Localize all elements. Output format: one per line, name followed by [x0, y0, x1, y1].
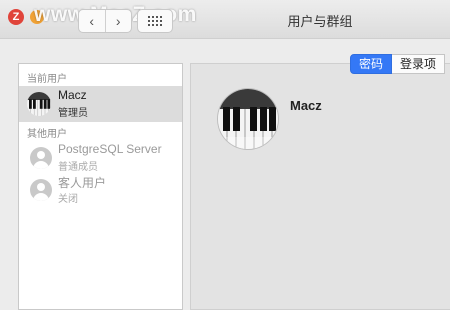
user-name: Macz [58, 88, 87, 102]
title-bar: Z www.MacZ.com ‹ › 用户与群组 [0, 0, 450, 39]
user-role: 普通成员 [58, 162, 98, 173]
user-role: 关闭 [58, 194, 78, 205]
user-role: 管理员 [58, 108, 88, 119]
user-row-macz[interactable]: Macz 管理员 [19, 86, 182, 122]
tab-password[interactable]: 密码 [350, 54, 393, 74]
detail-user-name: Macz [290, 98, 322, 113]
user-name: 客人用户 [58, 176, 107, 190]
user-avatar-icon [30, 179, 52, 201]
piano-avatar-icon [27, 92, 51, 116]
user-avatar-icon [30, 147, 52, 169]
user-row-guest[interactable]: 客人用户 关闭 [19, 172, 182, 208]
current-users-label: 当前用户 [27, 74, 67, 85]
user-row-postgresql[interactable]: PostgreSQL Server 普通成员 [19, 140, 182, 176]
user-list-sidebar: 当前用户 Macz 管理员 其他用户 PostgreSQL Server 普通成… [18, 63, 183, 310]
user-name: PostgreSQL Server [58, 142, 162, 156]
detail-tabs: 密码 登录项 [350, 54, 446, 74]
piano-avatar-icon[interactable] [218, 89, 278, 149]
window-title: 用户与群组 [287, 14, 353, 29]
other-users-label: 其他用户 [27, 129, 67, 140]
tab-login-items[interactable]: 登录项 [392, 54, 446, 74]
